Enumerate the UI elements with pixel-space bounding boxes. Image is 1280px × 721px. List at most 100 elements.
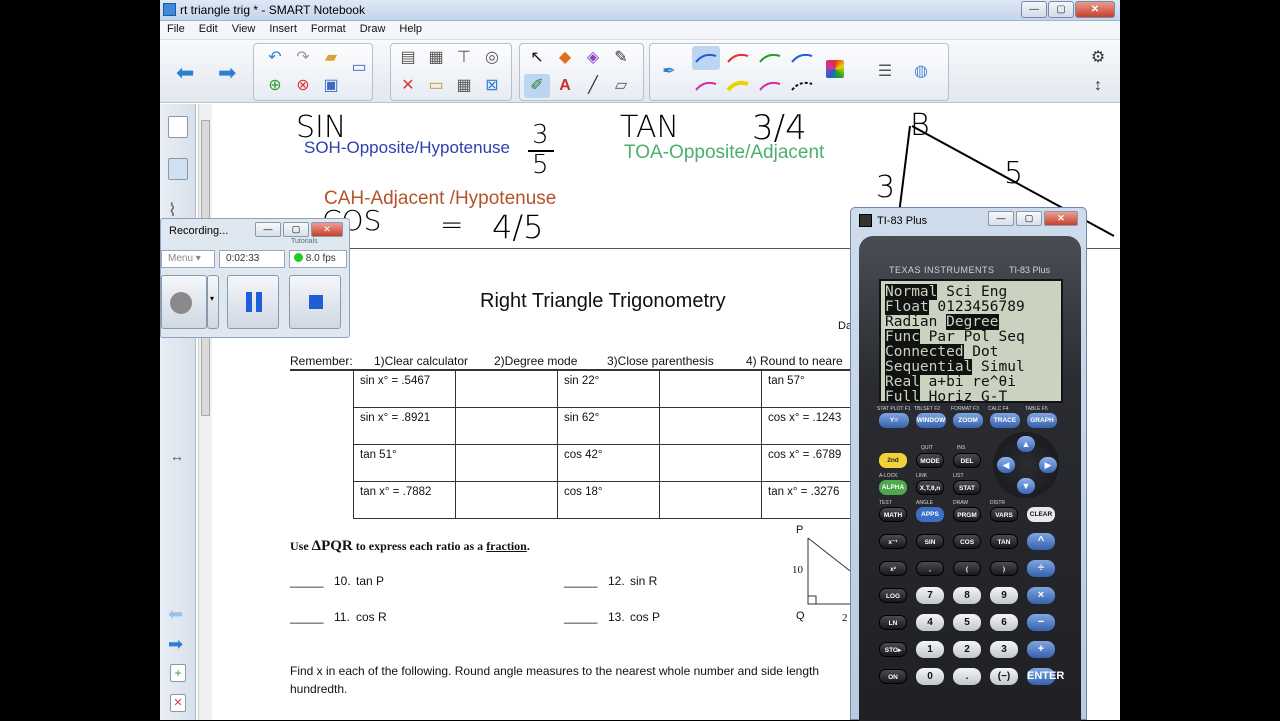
pen-style-blue[interactable]: [692, 46, 720, 70]
key-row7-0[interactable]: LN: [879, 615, 907, 630]
open-folder-icon[interactable]: ▰: [318, 46, 344, 70]
sidebar-add-page-icon[interactable]: +: [170, 664, 186, 682]
minimize-button[interactable]: —: [1021, 1, 1047, 18]
screen-shade-icon[interactable]: ▭: [346, 56, 372, 80]
key-row4-0[interactable]: x⁻¹: [879, 534, 907, 549]
close-button[interactable]: ✕: [1075, 1, 1115, 18]
key-row7-4[interactable]: −: [1027, 614, 1055, 631]
right-arrow-icon[interactable]: ▶: [1039, 457, 1057, 473]
magic-pen-icon[interactable]: ◎: [479, 46, 505, 70]
menu-draw[interactable]: Draw: [353, 21, 393, 39]
function-key-0[interactable]: Y=: [879, 413, 909, 428]
stop-button[interactable]: [289, 275, 341, 329]
menu-insert[interactable]: Insert: [262, 21, 304, 39]
calc-maximize-button[interactable]: ▢: [1016, 211, 1042, 226]
apps-key[interactable]: APPS: [916, 507, 944, 522]
pen-style-green[interactable]: [756, 46, 784, 70]
key-row8-0[interactable]: STO▸: [879, 642, 907, 657]
key-row6-4[interactable]: ×: [1027, 587, 1055, 604]
key-row5-3[interactable]: ): [990, 561, 1018, 576]
pen-style-magenta[interactable]: [692, 74, 720, 98]
table-icon[interactable]: ▦: [451, 74, 477, 98]
record-button[interactable]: [161, 275, 207, 329]
stat-key[interactable]: STAT: [953, 480, 981, 495]
shapes-icon[interactable]: ◆: [552, 46, 578, 70]
function-key-3[interactable]: TRACE: [990, 413, 1020, 428]
calc-close-button[interactable]: ✕: [1044, 211, 1078, 226]
pen-style-blue-2[interactable]: [788, 46, 816, 70]
key-row8-2[interactable]: 2: [953, 641, 981, 658]
fullscreen-icon[interactable]: ⊠: [479, 74, 505, 98]
alpha-key[interactable]: ALPHA: [879, 480, 907, 495]
line-width-icon[interactable]: ☰: [872, 60, 898, 84]
down-arrow-icon[interactable]: ▼: [1017, 478, 1035, 494]
left-arrow-icon[interactable]: ◀: [997, 457, 1015, 473]
key-row6-2[interactable]: 8: [953, 587, 981, 604]
mode-key[interactable]: MODE: [916, 453, 944, 468]
pause-button[interactable]: [227, 275, 279, 329]
key-row4-1[interactable]: SIN: [916, 534, 944, 549]
color-palette-icon[interactable]: [826, 60, 844, 78]
add-page-icon[interactable]: ⊕: [262, 74, 288, 98]
properties-icon[interactable]: ◍: [908, 60, 934, 84]
pens-icon[interactable]: ✐: [524, 74, 550, 98]
key-row5-2[interactable]: (: [953, 561, 981, 576]
calculator-window[interactable]: TI-83 Plus — ▢ ✕ TEXAS INSTRUMENTS TI-83…: [850, 207, 1087, 721]
menu-file[interactable]: File: [160, 21, 192, 39]
key-row8-1[interactable]: 1: [916, 641, 944, 658]
pen-style-black[interactable]: [788, 74, 816, 98]
move-toolbar-icon[interactable]: ↕: [1085, 74, 1111, 98]
next-page-icon[interactable]: ➡: [218, 60, 236, 86]
key-row9-0[interactable]: ON: [879, 669, 907, 684]
del-key[interactable]: DEL: [953, 453, 981, 468]
key-row6-0[interactable]: LOG: [879, 588, 907, 603]
fill-icon[interactable]: ✎: [608, 46, 634, 70]
sidebar-next-icon[interactable]: ➡: [168, 634, 183, 655]
second-key[interactable]: 2nd: [879, 453, 907, 468]
function-key-4[interactable]: GRAPH: [1027, 413, 1057, 428]
pen-style-red[interactable]: [724, 46, 752, 70]
delete-page-icon[interactable]: ⊗: [290, 74, 316, 98]
camera-icon[interactable]: ▦: [423, 46, 449, 70]
gallery-icon[interactable]: [168, 158, 188, 180]
menu-edit[interactable]: Edit: [192, 21, 225, 39]
menu-view[interactable]: View: [225, 21, 263, 39]
menu-format[interactable]: Format: [304, 21, 353, 39]
sidebar-prev-icon[interactable]: ⬅: [168, 604, 183, 625]
recorder-window[interactable]: Recording... — ▢ ✕ Tutorials Menu ▾ 0:02…: [160, 218, 350, 338]
pen-tool-icon[interactable]: ✒: [656, 60, 682, 84]
sidebar-delete-page-icon[interactable]: ✕: [170, 694, 186, 712]
key-row9-1[interactable]: 0: [916, 668, 944, 685]
key-row4-2[interactable]: COS: [953, 534, 981, 549]
recorder-maximize-button[interactable]: ▢: [283, 222, 309, 237]
key-row5-0[interactable]: x²: [879, 561, 907, 576]
calc-minimize-button[interactable]: —: [988, 211, 1014, 226]
key-row8-3[interactable]: 3: [990, 641, 1018, 658]
settings-gear-icon[interactable]: ⚙: [1085, 46, 1111, 70]
xtthetan-key[interactable]: X,T,θ,n: [916, 480, 944, 495]
title-bar[interactable]: rt triangle trig * - SMART Notebook — ▢ …: [160, 0, 1120, 21]
function-key-1[interactable]: WINDOW: [916, 413, 946, 428]
function-key-2[interactable]: ZOOM: [953, 413, 983, 428]
undo-icon[interactable]: ↶: [262, 46, 288, 70]
text-icon[interactable]: A: [552, 74, 578, 98]
clear-key[interactable]: CLEAR: [1027, 507, 1055, 522]
key-row6-1[interactable]: 7: [916, 587, 944, 604]
redo-icon[interactable]: ↷: [290, 46, 316, 70]
resize-arrows-icon[interactable]: ↔: [170, 448, 184, 464]
key-row3-2[interactable]: PRGM: [953, 507, 981, 522]
recorder-menu-dropdown[interactable]: Menu ▾: [161, 250, 215, 268]
eraser-pen-icon[interactable]: ◈: [580, 46, 606, 70]
save-icon[interactable]: ▣: [318, 74, 344, 98]
pen-style-magenta-2[interactable]: [756, 74, 784, 98]
key-row9-2[interactable]: .: [953, 668, 981, 685]
line-icon[interactable]: ╱: [580, 74, 606, 98]
key-row7-3[interactable]: 6: [990, 614, 1018, 631]
recorder-minimize-button[interactable]: —: [255, 222, 281, 237]
key-row4-4[interactable]: ^: [1027, 533, 1055, 550]
previous-page-icon[interactable]: ⬅: [176, 60, 194, 86]
key-row3-0[interactable]: MATH: [879, 507, 907, 522]
arrow-pad[interactable]: ▲ ▼ ◀ ▶: [993, 432, 1059, 498]
key-row4-3[interactable]: TAN: [990, 534, 1018, 549]
menu-help[interactable]: Help: [392, 21, 429, 39]
